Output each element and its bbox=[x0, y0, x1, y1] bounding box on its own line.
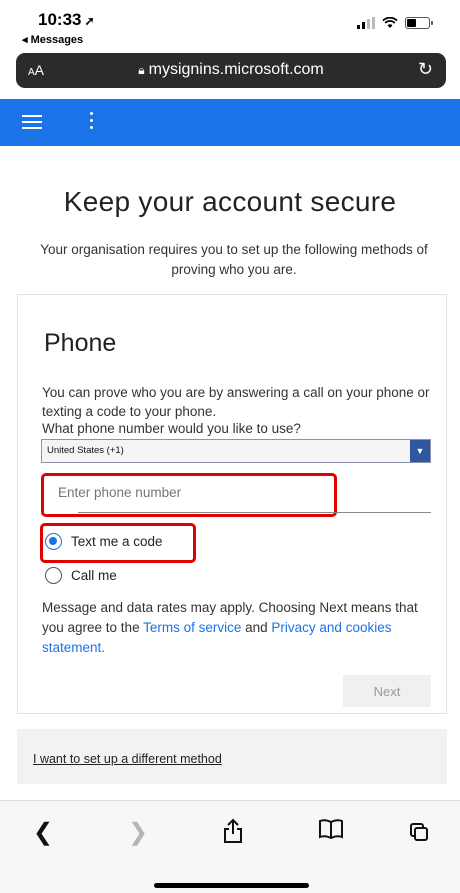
url-display[interactable]: 🔒︎ mysignins.microsoft.com bbox=[16, 61, 446, 79]
clock: 10:33 ➚ bbox=[38, 10, 95, 30]
back-icon[interactable]: ❮ bbox=[33, 818, 53, 847]
bookmarks-icon[interactable] bbox=[318, 818, 344, 840]
tabs-icon[interactable] bbox=[410, 823, 428, 841]
more-options-icon[interactable] bbox=[90, 112, 94, 133]
text-me-option[interactable]: Text me a code bbox=[45, 533, 163, 550]
phone-input-highlight bbox=[41, 473, 337, 517]
page-title: Keep your account secure bbox=[63, 186, 397, 217]
dropdown-arrow-icon[interactable]: ▼ bbox=[410, 440, 430, 462]
disclaimer-text-middle: and bbox=[241, 620, 272, 635]
phone-number-input[interactable] bbox=[58, 485, 308, 500]
different-method-link[interactable]: I want to set up a different method bbox=[33, 752, 222, 766]
phone-input-underline bbox=[78, 512, 431, 513]
address-bar[interactable]: AAAA 🔒︎mysignins.microsoft.com ↻ bbox=[16, 53, 446, 88]
terms-of-service-link[interactable]: Terms of service bbox=[143, 620, 241, 635]
battery-icon bbox=[405, 17, 433, 29]
alternate-method-band: I want to set up a different method bbox=[17, 729, 447, 784]
country-code-select[interactable]: United States (+1) ▼ bbox=[41, 439, 431, 463]
back-to-app-link[interactable]: ◂ Messages bbox=[22, 33, 83, 46]
call-me-option[interactable]: Call me bbox=[45, 567, 117, 584]
text-radio-button[interactable] bbox=[45, 533, 62, 550]
hamburger-menu-icon[interactable] bbox=[22, 115, 42, 133]
card-title: Phone bbox=[44, 329, 117, 357]
cellular-signal-icon bbox=[357, 17, 375, 29]
page-subtitle: Your organisation requires you to set up… bbox=[40, 242, 428, 277]
browser-toolbar: ❮ ❯ bbox=[0, 800, 460, 893]
home-indicator bbox=[154, 883, 309, 888]
call-radio-button[interactable] bbox=[45, 567, 62, 584]
rates-disclaimer: Message and data rates may apply. Choosi… bbox=[42, 598, 432, 658]
text-option-label: Text me a code bbox=[71, 534, 163, 549]
location-arrow-icon: ➚ bbox=[84, 14, 95, 28]
battery-level-fill bbox=[407, 19, 417, 27]
status-bar: 10:33 ➚ ◂ Messages bbox=[0, 0, 460, 52]
reload-icon[interactable]: ↻ bbox=[418, 59, 433, 80]
card-description: You can prove who you are by answering a… bbox=[42, 385, 430, 419]
phone-question: What phone number would you like to use? bbox=[42, 421, 301, 436]
url-text: mysignins.microsoft.com bbox=[148, 61, 324, 78]
app-header bbox=[0, 99, 460, 146]
country-code-value: United States (+1) bbox=[47, 445, 124, 456]
call-option-label: Call me bbox=[71, 568, 117, 583]
status-icons bbox=[357, 17, 433, 29]
forward-icon[interactable]: ❯ bbox=[128, 818, 148, 847]
share-icon[interactable] bbox=[223, 818, 243, 844]
lock-icon: 🔒︎ bbox=[138, 63, 145, 77]
wifi-icon bbox=[382, 17, 398, 28]
time-text: 10:33 bbox=[38, 10, 82, 29]
phone-setup-card: Phone You can prove who you are by answe… bbox=[17, 294, 447, 714]
next-button[interactable]: Next bbox=[343, 675, 431, 707]
